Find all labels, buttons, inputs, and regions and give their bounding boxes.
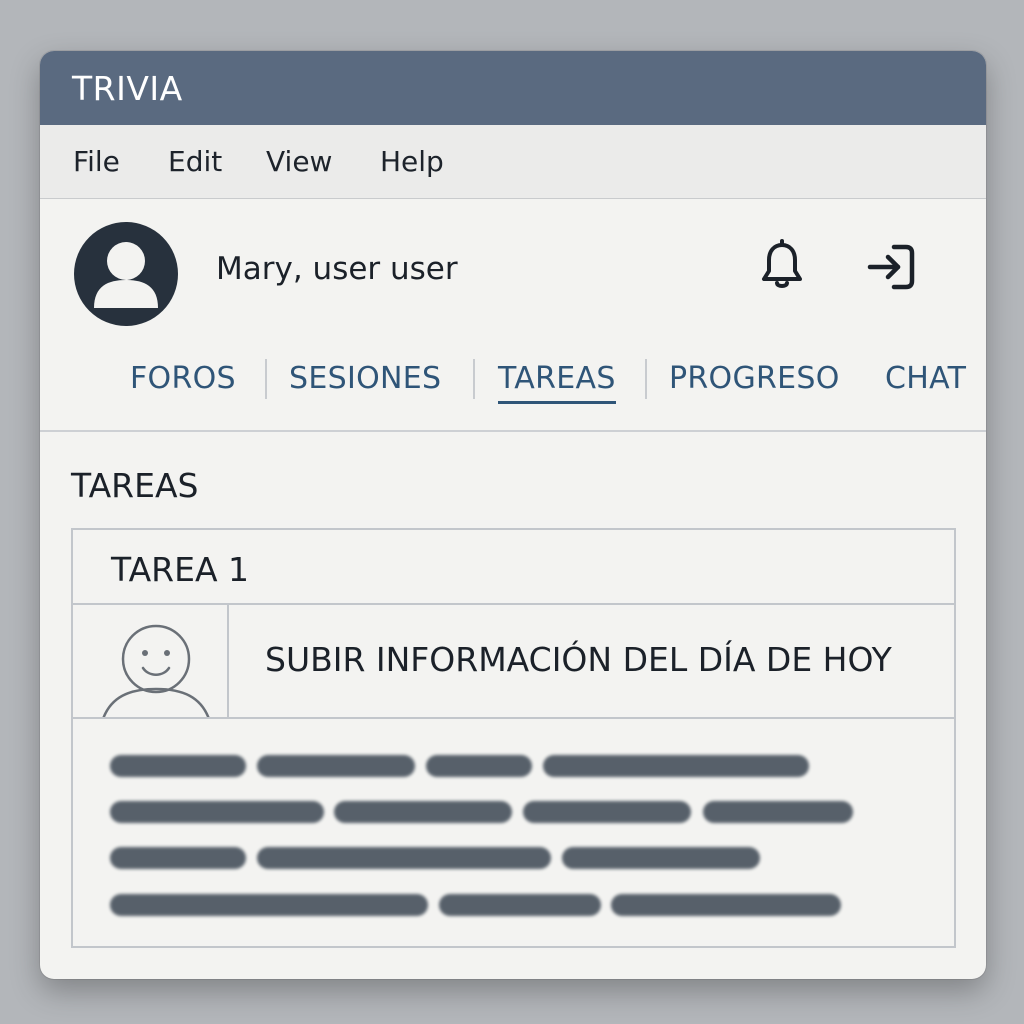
blurred-text xyxy=(110,894,428,916)
blurred-text xyxy=(543,755,809,777)
task-row[interactable]: SUBIR INFORMACIÓN DEL DÍA DE HOY xyxy=(73,605,954,719)
app-title: TRIVIA xyxy=(72,69,183,108)
task-title: SUBIR INFORMACIÓN DEL DÍA DE HOY xyxy=(265,640,892,679)
task-label: TAREA 1 xyxy=(73,530,954,605)
section-title: TAREAS xyxy=(71,466,199,505)
sign-in-arrow-icon[interactable] xyxy=(862,237,922,297)
menu-bar: File Edit View Help xyxy=(40,125,986,199)
blurred-text xyxy=(257,755,415,777)
blurred-text xyxy=(110,847,246,869)
tab-separator xyxy=(645,359,647,399)
title-bar: TRIVIA xyxy=(40,51,986,125)
menu-help[interactable]: Help xyxy=(380,125,444,199)
blurred-text xyxy=(562,847,760,869)
user-avatar-icon[interactable] xyxy=(74,222,178,326)
task-card[interactable]: TAREA 1 SUBIR INFORMACIÓN DEL DÍA DE HOY xyxy=(71,528,956,948)
tab-foros[interactable]: FOROS xyxy=(130,357,236,401)
menu-view[interactable]: View xyxy=(266,125,332,199)
blurred-text xyxy=(110,755,246,777)
tab-sesiones[interactable]: SESIONES xyxy=(289,357,441,401)
bell-icon[interactable] xyxy=(752,237,812,297)
blurred-text xyxy=(426,755,532,777)
user-name: Mary, user user xyxy=(216,251,458,287)
blurred-text xyxy=(703,801,853,823)
blurred-text xyxy=(439,894,601,916)
blurred-text xyxy=(611,894,841,916)
app-window: TRIVIA File Edit View Help Mary, user us… xyxy=(40,51,986,979)
tab-separator xyxy=(473,359,475,399)
task-description-blurred xyxy=(73,719,954,946)
menu-file[interactable]: File xyxy=(73,125,120,199)
blurred-text xyxy=(110,801,324,823)
blurred-text xyxy=(523,801,691,823)
tab-tareas[interactable]: TAREAS xyxy=(498,357,616,404)
tab-chat[interactable]: CHAT xyxy=(885,357,966,401)
blurred-text xyxy=(334,801,512,823)
tab-separator xyxy=(265,359,267,399)
header-divider xyxy=(40,430,986,432)
tab-progreso[interactable]: PROGRESO xyxy=(669,357,840,401)
smiley-person-icon xyxy=(73,605,229,717)
menu-edit[interactable]: Edit xyxy=(168,125,222,199)
blurred-text xyxy=(257,847,551,869)
